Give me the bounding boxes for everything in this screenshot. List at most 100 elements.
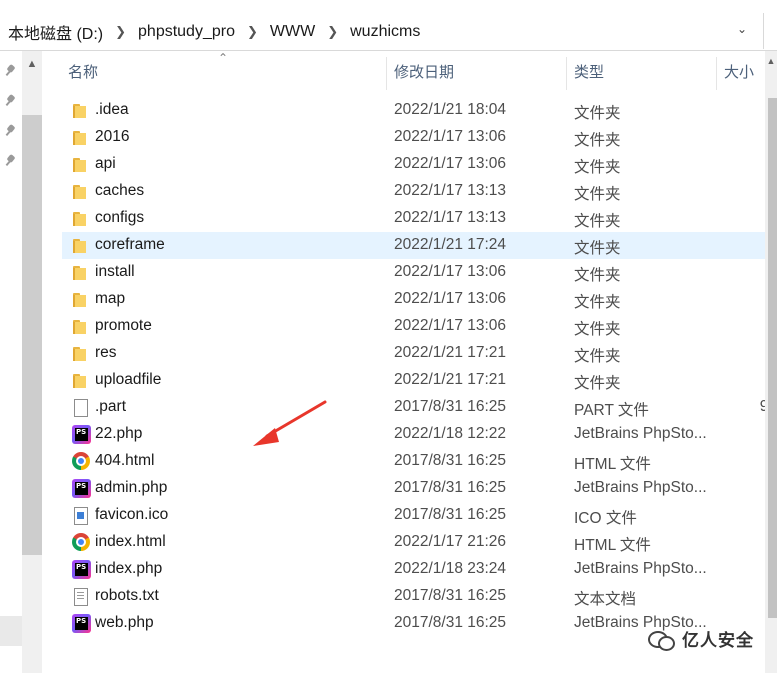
column-header-type[interactable]: 类型	[574, 55, 714, 91]
chevron-down-icon: ⌄	[736, 22, 748, 36]
folder-icon	[72, 291, 90, 308]
file-type: 文件夹	[574, 375, 621, 392]
file-name: uploadfile	[95, 371, 162, 388]
pin-icon	[5, 124, 17, 136]
folder-icon	[72, 129, 90, 146]
breadcrumb-www[interactable]: WWW	[270, 23, 315, 41]
file-name: caches	[95, 182, 145, 199]
pin-icon	[5, 154, 17, 166]
file-row[interactable]: 404.html 2017/8/31 16:25 HTML 文件	[62, 448, 777, 475]
file-date-modified: 2017/8/31 16:25	[394, 452, 507, 469]
file-row[interactable]: index.html2022/1/17 21:26HTML 文件4	[62, 529, 777, 556]
file-icon	[72, 399, 90, 417]
file-row[interactable]: uploadfile 2022/1/21 17:21 文件夹	[62, 367, 777, 394]
file-list: .idea 2022/1/21 18:04 文件夹 2016 2022/1/17 13:…	[62, 97, 777, 637]
file-row[interactable]: 22.php 2022/1/18 12:22 JetBrains PhpSto...	[62, 421, 777, 448]
file-name: index.html	[95, 533, 166, 550]
column-header-date[interactable]: 修改日期	[394, 55, 564, 91]
ico-file-icon	[72, 507, 90, 525]
folder-icon	[72, 345, 90, 362]
pin-icon	[5, 94, 17, 106]
breadcrumb-wuzhicms[interactable]: wuzhicms	[350, 23, 420, 41]
file-row[interactable]: caches 2022/1/17 13:13 文件夹	[62, 178, 777, 205]
file-date-modified: 2022/1/18 23:24	[394, 560, 507, 577]
file-row[interactable]: index.php 2022/1/18 23:24 JetBrains PhpSto…	[62, 556, 777, 583]
watermark: 亿人安全	[648, 626, 754, 651]
file-date-modified: 2022/1/18 12:22	[394, 425, 507, 442]
file-date-modified: 2022/1/21 18:04	[394, 101, 507, 118]
file-type: 文件夹	[574, 240, 621, 257]
address-history-dropdown[interactable]: ⌄	[733, 20, 751, 38]
file-type: 文件夹	[574, 186, 621, 203]
file-row[interactable]: favicon.ico2017/8/31 16:25ICO 文件1	[62, 502, 777, 529]
file-row[interactable]: api 2022/1/17 13:06 文件夹	[62, 151, 777, 178]
file-name: 2016	[95, 128, 130, 145]
file-type: 文件夹	[574, 321, 621, 338]
file-name: promote	[95, 317, 152, 334]
file-name: web.php	[95, 614, 154, 631]
file-type: HTML 文件	[574, 537, 651, 554]
column-header-name[interactable]: 名称	[68, 55, 384, 91]
file-date-modified: 2017/8/31 16:25	[394, 587, 507, 604]
file-row[interactable]: install 2022/1/17 13:06 文件夹	[62, 259, 777, 286]
file-name: install	[95, 263, 135, 280]
chrome-icon	[72, 533, 90, 551]
phpstorm-icon	[72, 479, 91, 498]
file-name: admin.php	[95, 479, 168, 496]
file-row[interactable]: res 2022/1/21 17:21 文件夹	[62, 340, 777, 367]
column-divider[interactable]	[716, 57, 717, 90]
file-name: index.php	[95, 560, 163, 577]
phpstorm-icon	[72, 425, 91, 444]
breadcrumb-phpstudy[interactable]: phpstudy_pro	[138, 23, 235, 41]
file-type: JetBrains PhpSto...	[574, 425, 707, 442]
nav-scroll-up-arrow[interactable]: ▲	[22, 56, 42, 72]
file-type: 文件夹	[574, 105, 621, 122]
file-row[interactable]: map 2022/1/17 13:06 文件夹	[62, 286, 777, 313]
file-type: 文件夹	[574, 213, 621, 230]
nav-scrollbar-thumb[interactable]	[22, 115, 42, 555]
file-type: HTML 文件	[574, 456, 651, 473]
file-date-modified: 2017/8/31 16:25	[394, 506, 507, 523]
breadcrumb-drive[interactable]: 本地磁盘 (D:)	[8, 20, 103, 44]
file-row[interactable]: configs 2022/1/17 13:13 文件夹	[62, 205, 777, 232]
file-name: .idea	[95, 101, 129, 118]
text-file-icon	[72, 588, 90, 606]
address-bar[interactable]: 本地磁盘 (D:) ❯ phpstudy_pro ❯ WWW ❯ wuzhicm…	[0, 10, 777, 51]
column-header-size[interactable]: 大小	[724, 55, 764, 91]
file-row[interactable]: .idea 2022/1/21 18:04 文件夹	[62, 97, 777, 124]
file-type: 文件夹	[574, 159, 621, 176]
breadcrumb: 本地磁盘 (D:) ❯ phpstudy_pro ❯ WWW ❯ wuzhicm…	[8, 20, 420, 44]
folder-icon	[72, 210, 90, 227]
nav-selected-item[interactable]	[0, 616, 22, 646]
file-name: 404.html	[95, 452, 155, 469]
file-name: configs	[95, 209, 145, 226]
file-date-modified: 2017/8/31 16:25	[394, 479, 507, 496]
file-type: 文件夹	[574, 132, 621, 149]
scroll-up-arrow[interactable]: ▲	[765, 56, 777, 70]
file-date-modified: 2022/1/21 17:24	[394, 236, 507, 253]
column-divider[interactable]	[566, 57, 567, 90]
file-row[interactable]: admin.php 2017/8/31 16:25 JetBrains PhpSto…	[62, 475, 777, 502]
pin-icon	[5, 64, 17, 76]
watermark-text: 亿人安全	[682, 631, 754, 650]
column-divider[interactable]	[386, 57, 387, 90]
file-list-scrollbar-thumb[interactable]	[768, 98, 777, 618]
file-type: JetBrains PhpSto...	[574, 479, 707, 496]
file-row[interactable]: robots.txt 2017/8/31 16:25 文本文档	[62, 583, 777, 610]
file-date-modified: 2022/1/17 13:13	[394, 182, 507, 199]
chevron-right-icon[interactable]: ❯	[115, 24, 126, 40]
navigation-pane: ▲	[0, 51, 42, 673]
file-name: coreframe	[95, 236, 165, 253]
file-date-modified: 2017/8/31 16:25	[394, 614, 507, 631]
file-type: JetBrains PhpSto...	[574, 560, 707, 577]
file-name: robots.txt	[95, 587, 159, 604]
chevron-right-icon[interactable]: ❯	[247, 24, 258, 40]
file-name: api	[95, 155, 116, 172]
file-row[interactable]: .part2017/8/31 16:25PART 文件99	[62, 394, 777, 421]
chevron-right-icon[interactable]: ❯	[327, 24, 338, 40]
file-row[interactable]: promote 2022/1/17 13:06 文件夹	[62, 313, 777, 340]
file-date-modified: 2022/1/21 17:21	[394, 371, 507, 388]
file-row[interactable]: coreframe 2022/1/21 17:24 文件夹	[62, 232, 777, 259]
file-row[interactable]: 2016 2022/1/17 13:06 文件夹	[62, 124, 777, 151]
file-date-modified: 2022/1/17 21:26	[394, 533, 507, 550]
